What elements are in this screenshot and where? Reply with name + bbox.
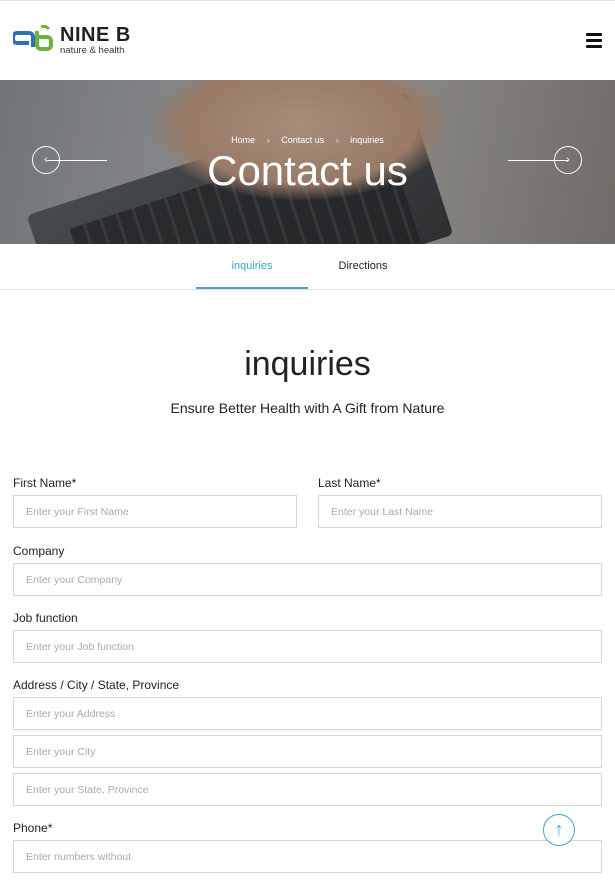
breadcrumb-separator-icon: › xyxy=(266,135,270,145)
address-field[interactable] xyxy=(13,697,602,730)
brand-logo-mark xyxy=(13,25,53,51)
hamburger-icon[interactable] xyxy=(586,33,602,49)
state-province-field[interactable] xyxy=(13,773,602,806)
first-name-field[interactable] xyxy=(13,495,297,528)
breadcrumb-contact[interactable]: Contact us xyxy=(281,135,324,145)
brand-tagline: nature & health xyxy=(60,45,125,56)
breadcrumb: Home › Contact us › inquiries xyxy=(0,135,615,145)
brand-name: NINE B xyxy=(60,24,131,46)
sub-nav-tabs: inquiries Directions xyxy=(0,244,615,290)
breadcrumb-current: inquiries xyxy=(350,135,384,145)
last-name-label: Last Name* xyxy=(318,476,381,490)
brand-logo[interactable]: NINE B nature & health xyxy=(13,25,131,56)
arrow-up-icon[interactable]: ↑ xyxy=(543,814,575,846)
phone-field[interactable] xyxy=(13,840,602,873)
last-name-field[interactable] xyxy=(318,495,602,528)
company-label: Company xyxy=(13,544,65,558)
slider-line-left xyxy=(47,160,107,161)
section-subtitle: Ensure Better Health with A Gift from Na… xyxy=(170,400,445,416)
tab-inquiries[interactable]: inquiries xyxy=(196,244,308,289)
company-field[interactable] xyxy=(13,563,602,596)
hero-banner: Home › Contact us › inquiries Contact us… xyxy=(0,80,615,244)
job-function-field[interactable] xyxy=(13,630,602,663)
tab-directions[interactable]: Directions xyxy=(307,244,419,289)
address-label: Address / City / State, Province xyxy=(13,678,180,692)
site-header: NINE B nature & health xyxy=(0,0,615,80)
page-title: Contact us xyxy=(207,147,408,194)
breadcrumb-separator-icon: › xyxy=(335,135,339,145)
arrow-right-icon[interactable]: › xyxy=(554,146,582,174)
city-field[interactable] xyxy=(13,735,602,768)
job-function-label: Job function xyxy=(13,611,78,625)
first-name-label: First Name* xyxy=(13,476,77,490)
section-title: inquiries xyxy=(244,345,371,383)
phone-label: Phone* xyxy=(13,821,53,835)
breadcrumb-home[interactable]: Home xyxy=(231,135,255,145)
